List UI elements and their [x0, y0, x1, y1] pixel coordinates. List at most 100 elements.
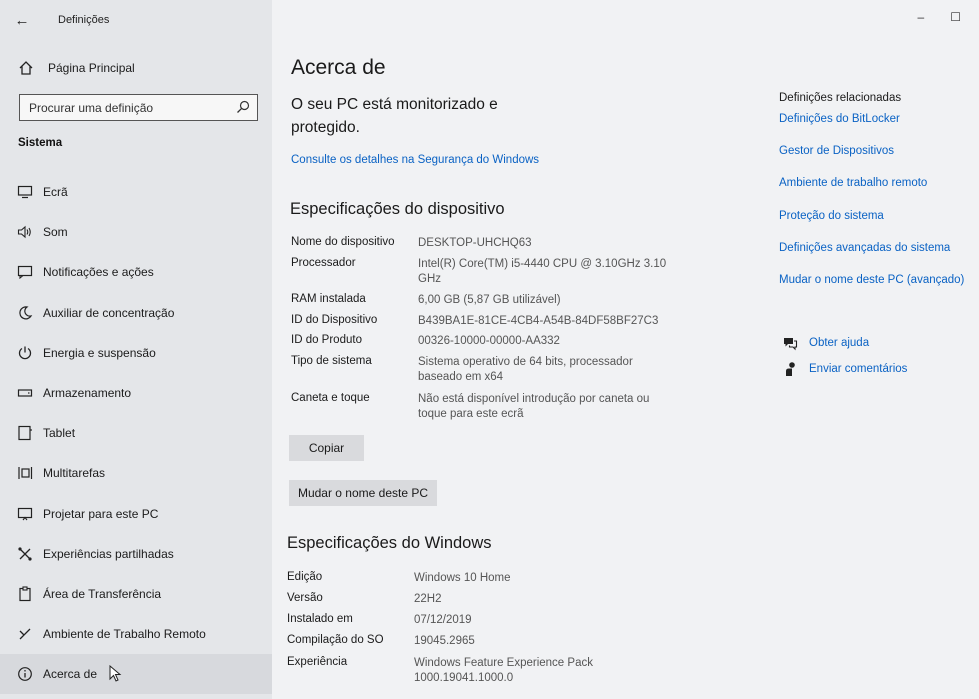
- shared-icon: [16, 545, 34, 563]
- storage-icon: [16, 384, 34, 402]
- sidebar-item-label: Armazenamento: [43, 386, 132, 401]
- spec-row: Versão 22H2: [287, 592, 667, 613]
- sidebar-item-remote-desktop[interactable]: Ambiente de Trabalho Remoto: [0, 614, 272, 654]
- spec-row: Caneta e toque Não está disponível intro…: [291, 392, 671, 428]
- moon-icon: [16, 304, 34, 322]
- spec-row: Edição Windows 10 Home: [287, 571, 667, 592]
- minimize-button[interactable]: –: [918, 10, 925, 24]
- copy-button[interactable]: Copiar: [289, 435, 364, 461]
- send-feedback-link[interactable]: Enviar comentários: [809, 363, 907, 375]
- spec-value: B439BA1E-81CE-4CB4-A54B-84DF58BF27C3: [418, 315, 659, 327]
- sidebar-item-label: Acerca de: [43, 667, 98, 682]
- sidebar-item-label: Área de Transferência: [43, 586, 162, 601]
- sidebar-item-project[interactable]: Projetar para este PC: [0, 494, 272, 534]
- project-icon: [16, 505, 34, 523]
- spec-value: Intel(R) Core(TM) i5-4440 CPU @ 3.10GHz …: [418, 258, 667, 285]
- get-help-link[interactable]: Obter ajuda: [809, 337, 869, 349]
- sidebar-item-about[interactable]: Acerca de: [0, 654, 272, 695]
- sidebar-item-label: Ecrã: [43, 185, 68, 200]
- sidebar-nav: Ecrã Som Notificações e ações Auxiliar d…: [0, 172, 272, 695]
- sidebar-item-label: Energia e suspensão: [43, 345, 156, 360]
- sidebar-item-label: Ambiente de Trabalho Remoto: [43, 627, 206, 642]
- search-input[interactable]: [29, 100, 229, 115]
- windows-security-link[interactable]: Consulte os detalhes na Segurança do Win…: [291, 154, 539, 166]
- windows-specs-heading: Especificações do Windows: [287, 534, 492, 552]
- rename-pc-button[interactable]: Mudar o nome deste PC: [289, 480, 437, 506]
- sidebar-item-tablet[interactable]: Tablet: [0, 413, 272, 453]
- back-arrow-icon: ←: [14, 11, 30, 29]
- windows-specs-table: Edição Windows 10 Home Versão 22H2 Insta…: [287, 571, 667, 690]
- related-settings-heading: Definições relacionadas: [779, 92, 902, 104]
- multitask-icon: [16, 464, 34, 482]
- display-icon: [16, 183, 34, 201]
- tablet-icon: [16, 424, 34, 442]
- home-nav-item[interactable]: Página Principal: [0, 54, 272, 82]
- search-box[interactable]: [19, 94, 258, 121]
- spec-value: Windows Feature Experience Pack 1000.190…: [414, 657, 593, 684]
- sidebar-item-focus-assist[interactable]: Auxiliar de concentração: [0, 293, 272, 333]
- maximize-button[interactable]: ☐: [950, 10, 961, 24]
- spec-key: Tipo de sistema: [291, 355, 372, 367]
- sidebar-item-label: Som: [43, 225, 68, 240]
- notifications-icon: [16, 263, 34, 281]
- sidebar-item-sound[interactable]: Som: [0, 212, 272, 252]
- clipboard-icon: [16, 585, 34, 603]
- protection-status: O seu PC está monitorizado e protegido.: [291, 96, 498, 136]
- sidebar-item-label: Notificações e ações: [43, 265, 154, 280]
- spec-row: Processador Intel(R) Core(TM) i5-4440 CP…: [291, 257, 671, 293]
- spec-key: Processador: [291, 257, 356, 269]
- sidebar-item-shared[interactable]: Experiências partilhadas: [0, 534, 272, 574]
- spec-row: RAM instalada 6,00 GB (5,87 GB utilizáve…: [291, 293, 671, 314]
- spec-row: Nome do dispositivo DESKTOP-UHCHQ63: [291, 236, 671, 257]
- home-icon: [19, 61, 33, 75]
- rename-pc-advanced-link[interactable]: Mudar o nome deste PC (avançado): [779, 274, 979, 306]
- spec-value: 19045.2965: [414, 635, 475, 647]
- spec-row: Experiência Windows Feature Experience P…: [287, 656, 667, 690]
- spec-key: ID do Produto: [291, 334, 362, 346]
- feedback-row[interactable]: Enviar comentários: [781, 356, 907, 382]
- speaker-icon: [16, 223, 34, 241]
- feedback-icon: [781, 361, 799, 377]
- spec-key: Versão: [287, 592, 323, 604]
- search-icon[interactable]: [235, 99, 251, 115]
- sidebar-item-multitasking[interactable]: Multitarefas: [0, 453, 272, 493]
- sidebar-item-label: Tablet: [43, 426, 76, 441]
- device-specs-heading: Especificações do dispositivo: [290, 200, 505, 218]
- mouse-cursor-icon: [109, 665, 122, 683]
- sidebar-item-storage[interactable]: Armazenamento: [0, 373, 272, 413]
- spec-key: Instalado em: [287, 613, 353, 625]
- device-specs-table: Nome do dispositivo DESKTOP-UHCHQ63 Proc…: [291, 236, 671, 428]
- page-title: Acerca de: [291, 56, 386, 79]
- sidebar-item-notifications[interactable]: Notificações e ações: [0, 252, 272, 292]
- advanced-system-settings-link[interactable]: Definições avançadas do sistema: [779, 242, 979, 274]
- sidebar-item-clipboard[interactable]: Área de Transferência: [0, 574, 272, 614]
- spec-key: Experiência: [287, 656, 348, 668]
- help-section: Obter ajuda Enviar comentários: [781, 330, 907, 382]
- spec-key: Compilação do SO: [287, 634, 384, 646]
- app-title: Definições: [58, 14, 110, 26]
- remote-desktop-link[interactable]: Ambiente de trabalho remoto: [779, 177, 979, 209]
- spec-key: Nome do dispositivo: [291, 236, 395, 248]
- device-manager-link[interactable]: Gestor de Dispositivos: [779, 145, 979, 177]
- section-title: Sistema: [18, 137, 63, 149]
- power-icon: [16, 344, 34, 362]
- sidebar-item-label: Experiências partilhadas: [43, 546, 174, 561]
- spec-row: ID do Produto 00326-10000-00000-AA332: [291, 334, 671, 355]
- spec-row: Instalado em 07/12/2019: [287, 613, 667, 634]
- back-button[interactable]: ←: [0, 0, 44, 40]
- spec-key: ID do Dispositivo: [291, 314, 378, 326]
- home-label: Página Principal: [48, 61, 135, 75]
- sidebar: ← Definições Página Principal Sistema Ec…: [0, 0, 272, 699]
- get-help-row[interactable]: Obter ajuda: [781, 330, 907, 356]
- sidebar-item-power[interactable]: Energia e suspensão: [0, 333, 272, 373]
- spec-row: ID do Dispositivo B439BA1E-81CE-4CB4-A54…: [291, 314, 671, 334]
- info-icon: [16, 665, 34, 683]
- window-controls: – ☐: [918, 10, 961, 24]
- system-protection-link[interactable]: Proteção do sistema: [779, 210, 979, 242]
- sidebar-item-label: Multitarefas: [43, 466, 106, 481]
- spec-value: 07/12/2019: [414, 614, 472, 626]
- sidebar-item-display[interactable]: Ecrã: [0, 172, 272, 212]
- spec-key: RAM instalada: [291, 293, 366, 305]
- bitlocker-link[interactable]: Definições do BitLocker: [779, 113, 979, 145]
- spec-key: Edição: [287, 571, 323, 583]
